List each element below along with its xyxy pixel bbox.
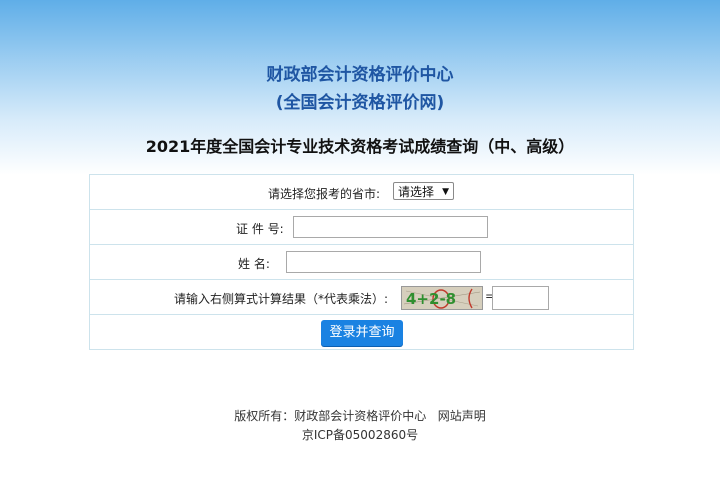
site-statement-link[interactable]: 网站声明 bbox=[438, 409, 486, 423]
captcha-drawing: 4+2-8 bbox=[402, 287, 482, 309]
icp-number: 京ICP备05002860号 bbox=[301, 428, 419, 442]
copyright-text: 版权所有：财政部会计资格评价中心 bbox=[234, 409, 427, 423]
name-input[interactable] bbox=[286, 251, 481, 273]
id-label: 证 件 号: bbox=[236, 222, 284, 236]
captcha-text: 4+2-8 bbox=[406, 290, 456, 308]
id-row: 证 件 号: bbox=[90, 210, 633, 245]
org-name: 财政部会计资格评价中心 bbox=[266, 65, 454, 85]
query-form: 请选择您报考的省市: 请选择 ▼ 证 件 号: 姓 名: 请输入右侧算式计算结果… bbox=[89, 174, 634, 350]
province-label: 请选择您报考的省市: bbox=[268, 187, 381, 201]
province-select-value: 请选择 bbox=[398, 185, 435, 199]
name-row: 姓 名: bbox=[90, 245, 633, 280]
login-query-button[interactable]: 登录并查询 bbox=[321, 320, 403, 346]
captcha-image[interactable]: 4+2-8 bbox=[401, 286, 483, 310]
captcha-label: 请输入右侧算式计算结果（*代表乘法）: bbox=[174, 292, 389, 306]
captcha-row: 请输入右侧算式计算结果（*代表乘法）: 4+2-8 = bbox=[90, 280, 633, 315]
dropdown-arrow-icon: ▼ bbox=[442, 187, 449, 197]
province-select[interactable]: 请选择 ▼ bbox=[393, 182, 454, 200]
footer-copyright-line: 版权所有：财政部会计资格评价中心 网站声明 bbox=[0, 407, 720, 424]
province-row: 请选择您报考的省市: 请选择 ▼ bbox=[90, 175, 633, 210]
id-number-input[interactable] bbox=[293, 216, 488, 238]
name-label: 姓 名: bbox=[238, 257, 270, 271]
org-site-name: (全国会计资格评价网) bbox=[275, 93, 445, 113]
submit-row: 登录并查询 bbox=[90, 315, 633, 349]
page-title: 2021年度全国会计专业技术资格考试成绩查询（中、高级） bbox=[145, 137, 575, 156]
captcha-answer-input[interactable] bbox=[492, 286, 549, 310]
